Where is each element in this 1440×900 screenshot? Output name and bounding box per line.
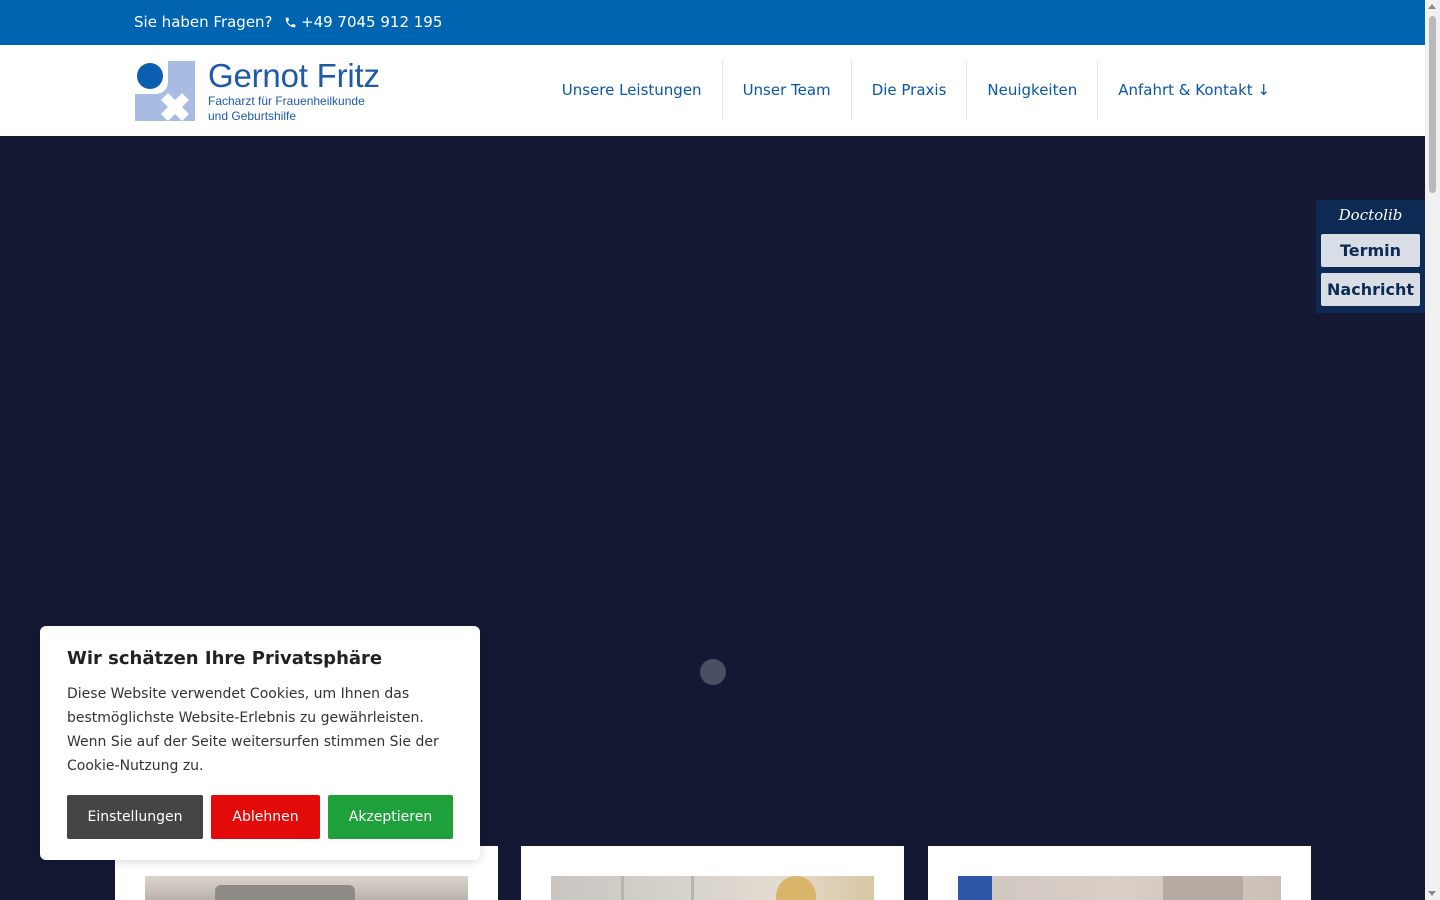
nav-item-neuigkeiten[interactable]: Neuigkeiten (966, 60, 1097, 120)
doctolib-widget: Doctolib Termin Nachricht (1316, 200, 1425, 313)
cookie-settings-button[interactable]: Einstellungen (67, 795, 203, 839)
card-image (958, 876, 1281, 900)
nav-item-praxis[interactable]: Die Praxis (850, 60, 967, 120)
nav-item-anfahrt-kontakt[interactable]: Anfahrt & Kontakt ↓ (1097, 60, 1290, 120)
cookie-banner-text: Diese Website verwendet Cookies, um Ihne… (67, 686, 439, 774)
contact-question: Sie haben Fragen? (134, 13, 273, 31)
nav-item-leistungen[interactable]: Unsere Leistungen (542, 60, 722, 120)
feature-card[interactable] (521, 846, 904, 900)
card-image (145, 876, 468, 900)
feature-card[interactable] (928, 846, 1311, 900)
site-header: Gernot Fritz Facharzt für Frauenheilkund… (0, 45, 1425, 136)
doctolib-appointment-button[interactable]: Termin (1321, 234, 1420, 267)
scroll-down-arrow-icon[interactable] (1428, 891, 1436, 896)
loading-spinner-icon (700, 659, 726, 685)
cookie-consent-banner: Wir schätzen Ihre Privatsphäre Diese Web… (40, 626, 480, 860)
cookie-banner-title: Wir schätzen Ihre Privatsphäre (67, 648, 383, 669)
page-scrollbar[interactable] (1425, 0, 1440, 900)
top-info-bar: Sie haben Fragen? +49 7045 912 195 (0, 0, 1425, 45)
phone-number: +49 7045 912 195 (301, 13, 443, 31)
logo-mark-icon (135, 61, 195, 121)
phone-link[interactable]: +49 7045 912 195 (284, 13, 442, 31)
cookie-accept-button[interactable]: Akzeptieren (328, 795, 453, 839)
logo-subtitle-line1: Facharzt für Frauenheilkunde (208, 94, 365, 108)
site-logo[interactable]: Gernot Fritz Facharzt für Frauenheilkund… (135, 57, 405, 123)
nav-item-team[interactable]: Unser Team (721, 60, 851, 120)
scrollbar-thumb[interactable] (1429, 16, 1436, 193)
cookie-reject-button[interactable]: Ablehnen (211, 795, 320, 839)
logo-name: Gernot Fritz (208, 57, 380, 94)
main-navigation: Unsere Leistungen Unser Team Die Praxis … (542, 60, 1290, 120)
logo-subtitle-line2: und Geburtshilfe (208, 109, 297, 123)
scroll-up-arrow-icon[interactable] (1428, 4, 1436, 9)
doctolib-logo: Doctolib (1338, 206, 1403, 224)
card-image (551, 876, 874, 900)
phone-icon (285, 17, 296, 27)
doctolib-message-button[interactable]: Nachricht (1321, 273, 1420, 306)
